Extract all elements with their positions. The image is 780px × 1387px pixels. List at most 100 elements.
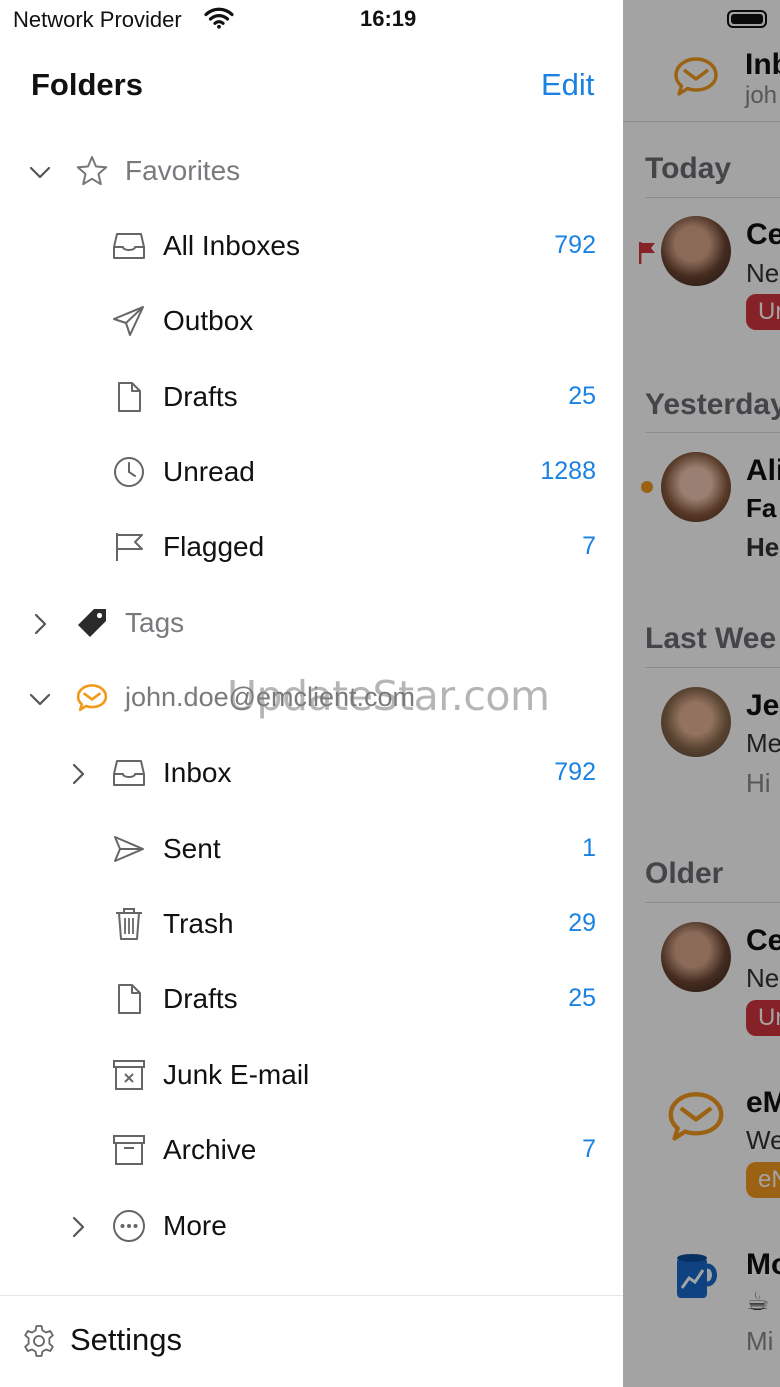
message-preview: Mi [746, 1326, 774, 1356]
chevron-right-icon[interactable] [67, 1216, 89, 1238]
clock-icon [111, 454, 147, 490]
section-header: Yesterday [645, 388, 780, 421]
unread-count: 25 [568, 382, 596, 410]
message-list-background[interactable]: Inb joh Today Ce Ne Ur Yesterday Ali Fa … [623, 0, 780, 1387]
emclient-logo-icon [668, 1092, 724, 1141]
clock-time: 16:19 [360, 6, 417, 31]
folder-more[interactable]: More [0, 1190, 623, 1265]
message-subject: Fa [746, 493, 777, 523]
message-sender: Mo [746, 1248, 780, 1281]
tags-group-header[interactable]: Tags [0, 587, 623, 662]
unread-count: 792 [554, 231, 596, 259]
document-icon [111, 981, 147, 1017]
flag-icon [111, 529, 147, 565]
message-subject: Ne [746, 963, 780, 993]
emclient-logo-icon [674, 57, 718, 96]
folder-inbox[interactable]: Inbox 792 [0, 737, 623, 812]
folder-label: Archive [163, 1134, 257, 1165]
list-title: Inb [745, 48, 780, 81]
list-subtitle: joh [745, 82, 778, 109]
junk-box-icon [111, 1057, 147, 1093]
inbox-tray-icon [111, 755, 147, 791]
divider [0, 1295, 623, 1296]
status-bar: Network Provider 16:19 [0, 0, 623, 42]
avatar [661, 922, 731, 992]
message-subject: Me [746, 728, 780, 758]
chevron-right-icon[interactable] [29, 613, 51, 635]
message-subject: We [746, 1125, 780, 1155]
star-icon [74, 153, 110, 189]
folder-outbox[interactable]: Outbox [0, 285, 623, 360]
folder-label: Drafts [163, 983, 238, 1014]
folder-flagged[interactable]: Flagged 7 [0, 511, 623, 586]
settings-label: Settings [70, 1322, 183, 1357]
wifi-icon [204, 7, 234, 29]
folder-trash[interactable]: Trash 29 [0, 888, 623, 963]
message-sender: Ce [746, 924, 780, 957]
folder-label: Sent [163, 833, 221, 864]
folder-junk[interactable]: Junk E-mail [0, 1039, 623, 1114]
unread-count: 792 [554, 758, 596, 786]
message-tag: eN [746, 1162, 780, 1198]
folders-drawer: Network Provider 16:19 Folders Edit Favo… [0, 0, 623, 1387]
folder-label: More [163, 1210, 227, 1241]
folder-label: Inbox [163, 757, 232, 788]
chevron-right-icon[interactable] [67, 763, 89, 785]
folder-sent[interactable]: Sent 1 [0, 813, 623, 888]
mug-chart-icon [677, 1254, 717, 1298]
folder-drafts[interactable]: Drafts 25 [0, 361, 623, 436]
section-header: Last Wee [645, 622, 777, 655]
folder-unread[interactable]: Unread 1288 [0, 436, 623, 511]
more-circle-icon [111, 1208, 147, 1244]
folder-label: Unread [163, 456, 255, 487]
unread-count: 1 [582, 834, 596, 862]
unread-dot [641, 481, 653, 493]
favorites-group-header[interactable]: Favorites [0, 135, 623, 210]
section-header: Older [645, 857, 724, 890]
message-subject: Ne [746, 258, 780, 288]
chevron-down-icon[interactable] [29, 688, 51, 710]
unread-count: 25 [568, 984, 596, 1012]
chevron-down-icon[interactable] [29, 161, 51, 183]
tags-label: Tags [125, 607, 185, 638]
message-sender: Je [746, 689, 780, 722]
archive-box-icon [111, 1132, 147, 1168]
settings-button[interactable]: Settings [0, 1298, 623, 1386]
network-provider: Network Provider [13, 7, 182, 32]
folder-drafts[interactable]: Drafts 25 [0, 963, 623, 1038]
emclient-account-icon [74, 680, 110, 716]
folder-label: Flagged [163, 531, 265, 562]
paper-plane-icon [111, 303, 147, 339]
section-header: Today [645, 152, 732, 185]
document-icon [111, 379, 147, 415]
message-tag: Ur [746, 1000, 780, 1036]
avatar [661, 216, 731, 286]
unread-count: 29 [568, 909, 596, 937]
unread-count: 1288 [540, 457, 596, 485]
edit-button[interactable]: Edit [541, 67, 594, 103]
account-group-header[interactable]: john.doe@emclient.com [0, 662, 623, 737]
avatar [661, 452, 731, 522]
tag-icon [74, 605, 110, 641]
folder-label: Trash [163, 908, 234, 939]
send-icon [111, 831, 147, 867]
gear-icon [24, 1325, 54, 1357]
message-subject: ☕ [746, 1286, 770, 1316]
avatar [661, 687, 731, 757]
trash-icon [111, 906, 147, 942]
folder-label: Junk E-mail [163, 1059, 310, 1090]
message-preview: Hi [746, 768, 771, 798]
account-email: john.doe@emclient.com [125, 682, 416, 712]
message-preview: He [746, 532, 780, 562]
folder-all-inboxes[interactable]: All Inboxes 792 [0, 210, 623, 285]
battery-icon [727, 10, 767, 28]
message-sender: Ce [746, 218, 780, 251]
unread-count: 7 [582, 532, 596, 560]
page-title: Folders [31, 67, 143, 102]
folder-archive[interactable]: Archive 7 [0, 1114, 623, 1189]
inbox-tray-icon [111, 228, 147, 264]
unread-count: 7 [582, 1135, 596, 1163]
message-sender: Ali [746, 454, 780, 487]
folder-label: All Inboxes [163, 230, 300, 261]
folder-label: Outbox [163, 305, 254, 336]
